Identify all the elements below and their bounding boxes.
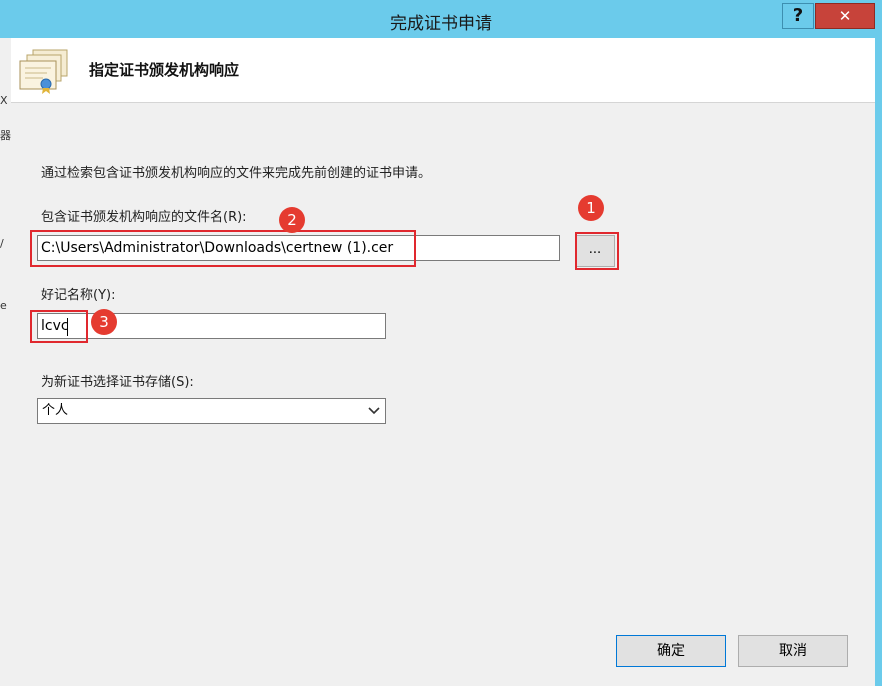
friendly-name-input[interactable]: lcvc [37,313,386,339]
cancel-button[interactable]: 取消 [738,635,848,667]
friendly-name-label: 好记名称(Y): [41,288,116,303]
certificate-store-label: 为新证书选择证书存储(S): [41,375,194,390]
header-band: 指定证书颁发机构响应 [11,38,875,103]
certificate-icon [19,49,68,94]
header-title: 指定证书颁发机构响应 [89,61,240,79]
dialog-title: 完成证书申请 [390,14,492,34]
annotation-badge-3: 3 [91,309,117,335]
annotation-badge-1: 1 [578,195,604,221]
close-button[interactable]: ✕ [815,3,875,29]
browse-button[interactable]: ... [575,235,615,267]
title-bar[interactable]: 完成证书申请 ? ✕ [0,0,882,38]
certificate-store-value: 个人 [42,403,69,418]
text-caret [67,318,68,336]
annotation-badge-2: 2 [279,207,305,233]
file-name-label: 包含证书颁发机构响应的文件名(R): [41,210,247,225]
ok-button[interactable]: 确定 [616,635,726,667]
certificate-store-select[interactable]: 个人 [37,398,386,424]
dialog-body: 指定证书颁发机构响应 通过检索包含证书颁发机构响应的文件来完成先前创建的证书申请… [11,38,875,686]
help-button[interactable]: ? [782,3,814,29]
chevron-down-icon [368,407,380,415]
file-name-input[interactable]: C:\Users\Administrator\Downloads\certnew… [37,235,560,261]
instructions-text: 通过检索包含证书颁发机构响应的文件来完成先前创建的证书申请。 [41,166,432,181]
complete-certificate-request-dialog: 完成证书申请 ? ✕ 指定证书颁发机构响应 通过检索包含证书颁发机构响应的文件来… [0,0,882,686]
